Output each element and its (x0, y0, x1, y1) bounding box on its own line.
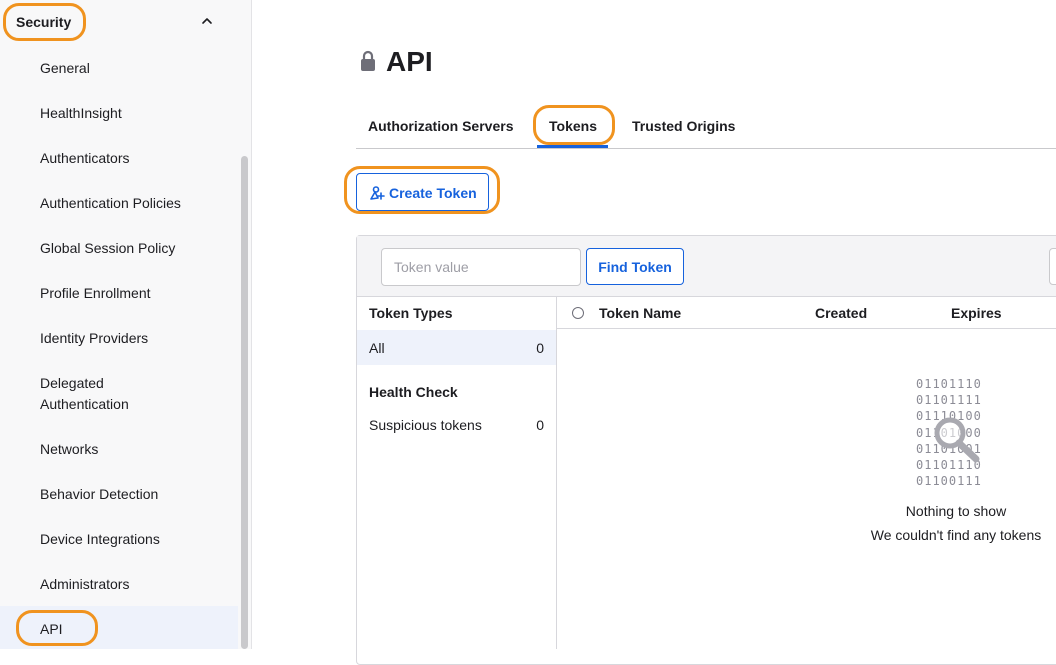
sidebar-section-title: Security (16, 14, 72, 30)
magnifier-icon (934, 417, 980, 463)
toolbar-button-partial[interactable] (1049, 248, 1056, 285)
filter-count: 0 (536, 417, 544, 433)
filter-all[interactable]: All 0 (357, 330, 556, 365)
sidebar-item-healthinsight[interactable]: HealthInsight (0, 103, 238, 124)
sidebar-item-device-integrations[interactable]: Device Integrations (0, 529, 238, 550)
tab-authorization-servers[interactable]: Authorization Servers (368, 118, 513, 134)
lock-icon (361, 50, 375, 71)
sidebar-item-administrators[interactable]: Administrators (0, 574, 238, 595)
sidebar-item-profile-enrollment[interactable]: Profile Enrollment (0, 283, 238, 304)
column-created[interactable]: Created (815, 305, 867, 321)
select-all-radio[interactable] (572, 307, 584, 319)
sidebar-item-authenticators[interactable]: Authenticators (0, 148, 238, 169)
empty-state-subtitle: We couldn't find any tokens (870, 527, 1042, 543)
sidebar-section-security[interactable]: Security (0, 0, 238, 44)
sidebar-item-identity-providers[interactable]: Identity Providers (0, 328, 238, 349)
sidebar-item-delegated-authentication[interactable]: Delegated Authentication (0, 373, 238, 415)
column-token-name[interactable]: Token Name (599, 305, 681, 321)
create-token-button[interactable]: Create Token (356, 173, 489, 211)
empty-state-title: Nothing to show (905, 503, 1007, 519)
find-token-button[interactable]: Find Token (586, 248, 684, 285)
filter-count: 0 (536, 340, 544, 356)
sidebar-item-authentication-policies[interactable]: Authentication Policies (0, 193, 238, 214)
filter-suspicious-tokens[interactable]: Suspicious tokens 0 (357, 407, 556, 442)
sidebar-scrollbar[interactable] (241, 156, 248, 649)
token-types-heading: Token Types (369, 305, 453, 321)
sidebar-item-api[interactable]: API (0, 606, 238, 649)
sidebar-item-global-session-policy[interactable]: Global Session Policy (0, 238, 238, 259)
sidebar-item-general[interactable]: General (0, 58, 238, 79)
token-search-input[interactable] (381, 248, 581, 286)
chevron-up-icon[interactable] (200, 14, 214, 28)
page-title: API (386, 46, 433, 77)
sidebar-item-behavior-detection[interactable]: Behavior Detection (0, 484, 238, 505)
tab-trusted-origins[interactable]: Trusted Origins (632, 118, 735, 134)
sidebar-item-networks[interactable]: Networks (0, 439, 238, 460)
column-expires[interactable]: Expires (951, 305, 1002, 321)
health-check-heading: Health Check (369, 384, 458, 400)
sidebar: Security General HealthInsight Authentic… (0, 0, 252, 649)
active-tab-indicator (537, 145, 608, 148)
add-user-icon (370, 186, 385, 200)
tab-tokens[interactable]: Tokens (549, 118, 597, 134)
